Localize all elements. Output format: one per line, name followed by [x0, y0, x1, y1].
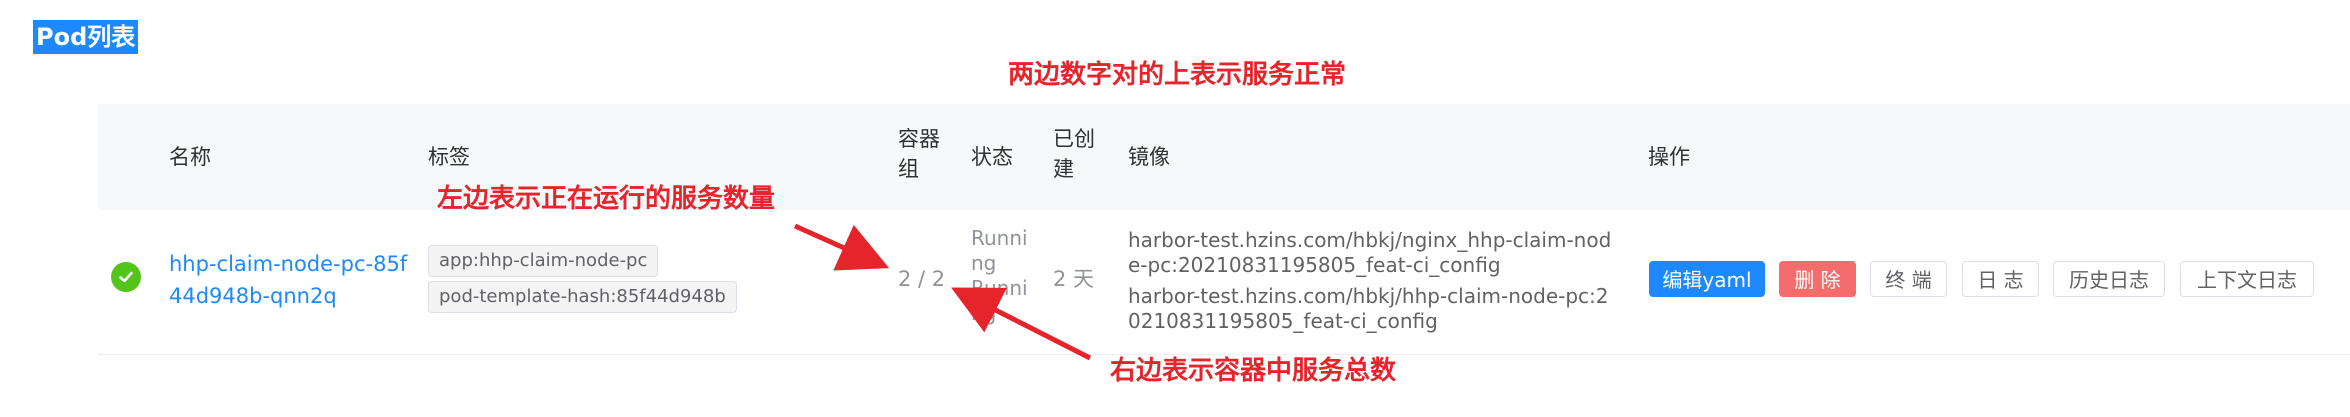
arrow-right — [951, 287, 1092, 361]
annotation-arrows — [793, 223, 1092, 361]
arrow-left — [793, 223, 890, 271]
